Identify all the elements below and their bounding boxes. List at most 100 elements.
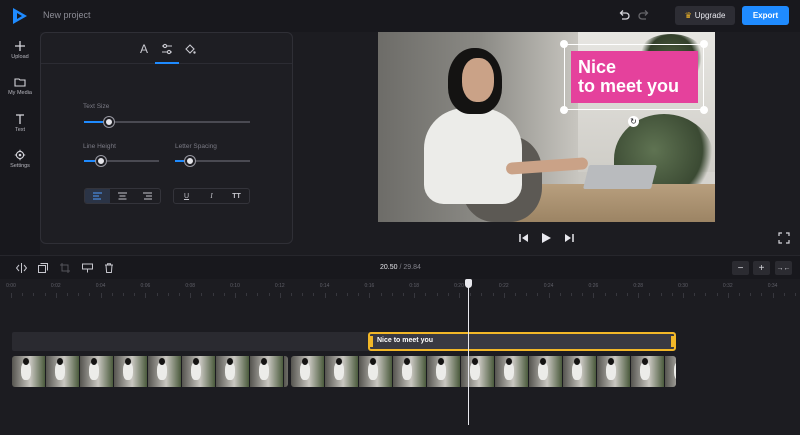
video-frame-thumbnail [182, 356, 216, 387]
text-size-label: Text Size [83, 103, 110, 110]
ruler-tick-mark [369, 293, 371, 298]
ruler-tick-label: 0:16 [364, 283, 375, 289]
ruler-tick-mark [604, 293, 606, 296]
line-height-slider-knob[interactable] [96, 156, 106, 166]
align-center-button[interactable] [110, 189, 135, 203]
resize-handle-top-left[interactable] [560, 40, 568, 48]
ruler-tick-mark [515, 293, 516, 296]
video-frame-thumbnail [80, 356, 114, 387]
upgrade-label: Upgrade [694, 11, 726, 20]
rotate-handle-icon[interactable]: ↻ [628, 116, 639, 127]
split-button[interactable] [13, 261, 29, 275]
ruler-tick-mark [123, 293, 124, 296]
ruler-tick-label: 0:20 [454, 283, 464, 289]
subtitle-icon [81, 263, 93, 273]
sliders-icon [162, 43, 172, 55]
video-frame-thumbnail [12, 356, 46, 387]
text-clip[interactable]: Nice to meet you [368, 332, 676, 351]
ruler-tick-mark [559, 293, 561, 296]
ruler-tick-label: 0:30 [678, 283, 688, 289]
skip-forward-icon[interactable] [563, 232, 575, 244]
ruler-tick-mark [582, 293, 584, 296]
underline-icon: U [183, 192, 190, 200]
play-icon[interactable] [540, 232, 552, 244]
upgrade-button[interactable]: ♛ Upgrade [675, 6, 735, 25]
align-right-button[interactable] [135, 189, 160, 203]
ruler-tick-mark [335, 293, 337, 296]
rail-item-settings[interactable]: Settings [0, 149, 40, 169]
project-title[interactable]: New project [43, 10, 91, 20]
ruler-tick-mark [727, 293, 729, 298]
resize-handle-top-right[interactable] [700, 40, 708, 48]
resize-handle-bottom-right[interactable] [700, 106, 708, 114]
video-frame-thumbnail [393, 356, 427, 387]
letter-spacing-slider[interactable] [175, 156, 250, 166]
text-size-slider-knob[interactable] [104, 117, 114, 127]
redo-icon[interactable] [637, 8, 651, 22]
ruler-tick-mark [414, 293, 416, 298]
clip-trim-start-handle[interactable] [370, 336, 373, 347]
video-clip[interactable] [291, 356, 676, 387]
text-size-slider[interactable] [84, 117, 250, 127]
ruler-tick-mark [638, 293, 640, 298]
ruler-tick-mark [22, 293, 24, 296]
resize-handle-bottom-left[interactable] [560, 106, 568, 114]
rail-item-upload[interactable]: Upload [0, 40, 40, 60]
undo-icon[interactable] [617, 8, 631, 22]
tab-fill-color[interactable] [178, 40, 202, 58]
playhead-handle[interactable] [465, 279, 472, 288]
ruler-tick-label: 0:18 [409, 283, 420, 289]
rail-item-my-media[interactable]: My Media [0, 76, 40, 96]
rail-item-text[interactable]: Text [0, 113, 40, 133]
video-clip[interactable] [12, 356, 288, 387]
clip-trim-end-handle[interactable] [671, 336, 674, 347]
timeline-ruler[interactable]: 0:00 0:02 0:04 0:06 0:08 0:10 0:12 0:14 0:16 0:18… [0, 279, 800, 299]
ruler-tick-mark [167, 293, 169, 296]
rail-label: Settings [10, 163, 30, 169]
ruler-tick-mark [11, 293, 12, 298]
video-frame-thumbnail [631, 356, 665, 387]
selection-box[interactable] [564, 44, 704, 110]
disabled-tool-button[interactable] [57, 261, 73, 275]
video-frame-thumbnail [148, 356, 182, 387]
italic-button[interactable]: I [199, 189, 224, 203]
fullscreen-icon[interactable] [778, 232, 790, 244]
duplicate-icon [38, 263, 48, 273]
duplicate-button[interactable] [35, 261, 51, 275]
ruler-tick-mark [436, 293, 438, 296]
delete-button[interactable] [101, 261, 117, 275]
video-frame-thumbnail [495, 356, 529, 387]
underline-button[interactable]: U [174, 189, 199, 203]
ruler-tick-mark [100, 293, 102, 298]
ruler-tick-mark [235, 293, 236, 298]
ruler-tick-label: 0:10 [230, 283, 240, 289]
letter-spacing-label: Letter Spacing [175, 143, 217, 150]
fit-timeline-button[interactable]: →← [775, 261, 792, 275]
ruler-tick-mark [481, 293, 483, 296]
tab-adjustments[interactable] [155, 40, 179, 64]
video-frame-thumbnail [665, 356, 676, 387]
ruler-tick-mark [391, 293, 393, 296]
skip-back-icon[interactable] [518, 232, 530, 244]
align-left-button[interactable] [85, 189, 110, 203]
ruler-tick-mark [694, 293, 696, 296]
export-button[interactable]: Export [742, 6, 789, 25]
ruler-tick-mark [683, 293, 684, 298]
subtitle-button[interactable] [79, 261, 95, 275]
uppercase-button[interactable]: TT [224, 189, 249, 203]
line-height-label: Line Height [83, 143, 116, 150]
app-logo-icon[interactable] [11, 7, 29, 25]
tab-font[interactable]: A [132, 40, 156, 58]
split-icon [15, 263, 27, 273]
ruler-tick-mark [627, 293, 628, 296]
ruler-tick-mark [190, 293, 192, 298]
video-frame-thumbnail [216, 356, 250, 387]
ruler-tick-mark [705, 293, 707, 296]
video-frame-thumbnail [291, 356, 325, 387]
zoom-out-button[interactable]: − [732, 261, 749, 275]
ruler-tick-mark [55, 293, 57, 298]
line-height-slider[interactable] [84, 156, 159, 166]
zoom-in-button[interactable]: + [753, 261, 770, 275]
letter-spacing-slider-knob[interactable] [185, 156, 195, 166]
playhead[interactable] [468, 281, 469, 425]
